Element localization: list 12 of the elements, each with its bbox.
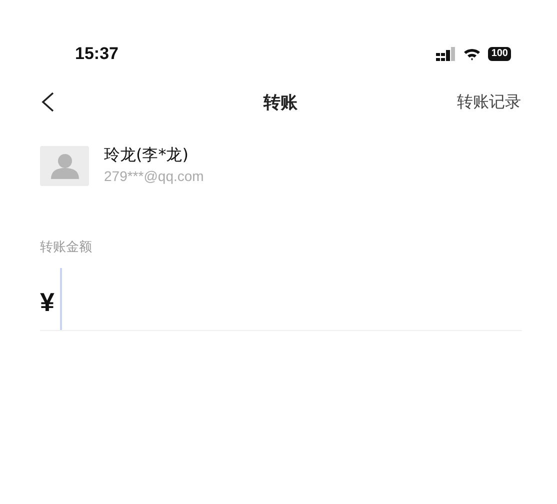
amount-label: 转账金额 xyxy=(39,239,93,256)
back-icon[interactable] xyxy=(40,91,56,113)
page-title: 转账 xyxy=(264,92,298,114)
avatar-icon xyxy=(40,146,89,186)
battery-icon: 100 xyxy=(488,47,511,61)
recipient-account: 279***@qq.com xyxy=(104,168,204,184)
currency-symbol: ¥ xyxy=(40,287,54,319)
recipient-name: 玲龙(李*龙) xyxy=(104,145,190,166)
signal-icon xyxy=(436,47,456,61)
wifi-icon xyxy=(463,48,482,60)
status-time: 15:37 xyxy=(75,44,118,64)
transfer-history-link[interactable]: 转账记录 xyxy=(457,92,521,112)
